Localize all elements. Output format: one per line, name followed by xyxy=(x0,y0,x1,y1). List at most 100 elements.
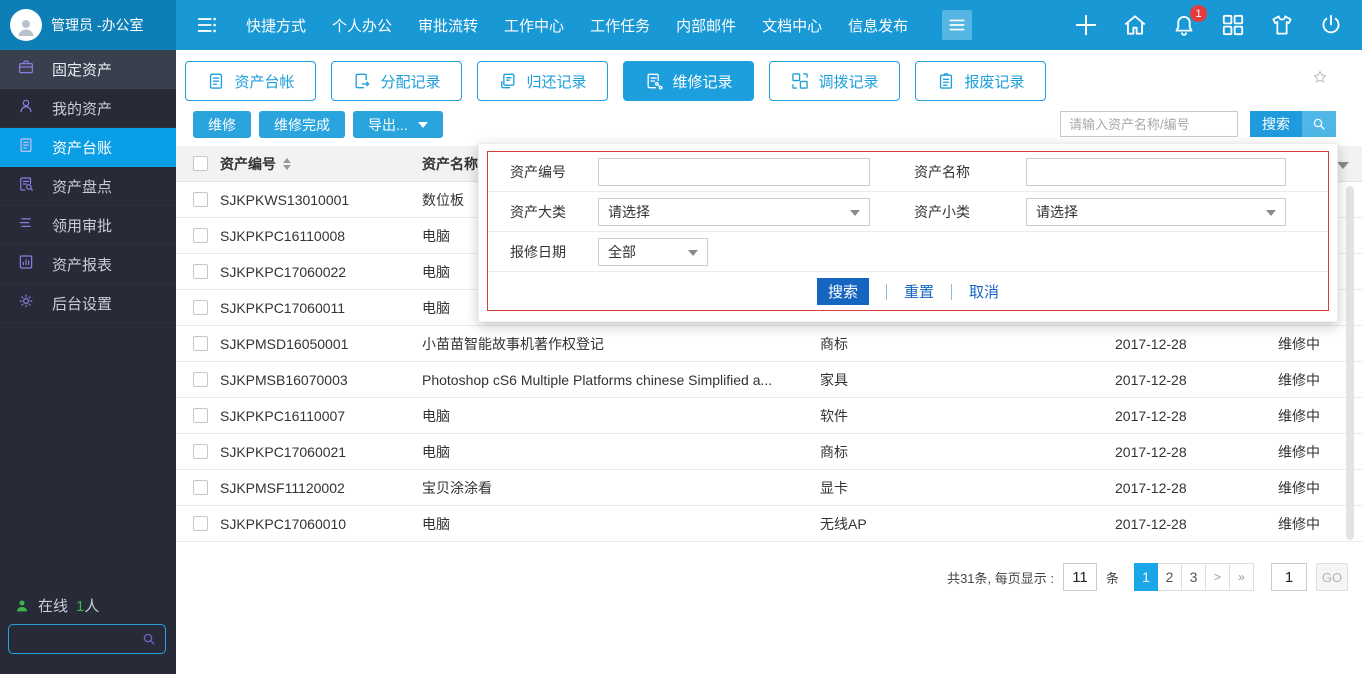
power-button[interactable] xyxy=(1318,12,1344,38)
row-checkbox[interactable] xyxy=(193,480,208,495)
asset-name-input[interactable] xyxy=(1026,157,1286,186)
repair-button[interactable]: 维修 xyxy=(193,111,251,138)
select-all-checkbox[interactable] xyxy=(193,156,208,171)
bell-button[interactable]: 1 xyxy=(1171,5,1207,38)
cell-code: SJKPKPC17060011 xyxy=(220,299,346,316)
row-checkbox[interactable] xyxy=(193,264,208,279)
table-row[interactable]: SJKPKPC17060021 电脑 商标 2017-12-28 维修中 xyxy=(176,434,1362,470)
tab-scrap-records[interactable]: 报废记录 xyxy=(915,61,1046,101)
cell-date: 2017-12-28 xyxy=(1115,479,1187,496)
page-button-3[interactable]: > xyxy=(1206,563,1230,591)
cell-code: SJKPKPC17060010 xyxy=(220,515,347,532)
sort-icon[interactable] xyxy=(283,157,291,170)
tab-asset-ledger[interactable]: 资产台帐 xyxy=(185,61,316,101)
asset-search-input[interactable] xyxy=(1060,111,1238,137)
filter-search-button[interactable]: 搜索 xyxy=(816,278,869,305)
row-checkbox[interactable] xyxy=(193,372,208,387)
category-select[interactable]: 请选择 xyxy=(598,197,870,226)
topbar: 管理员 -办公室 快捷方式 个人办公 审批流转 工作中心 工作任务 内部邮件 文档中心 信息发… xyxy=(0,0,1362,50)
row-checkbox[interactable] xyxy=(193,228,208,243)
row-checkbox[interactable] xyxy=(193,336,208,351)
caret-down-icon xyxy=(1266,209,1276,216)
repair-date-select[interactable]: 全部 xyxy=(598,237,708,266)
column-header-code[interactable]: 资产编号 xyxy=(220,154,422,174)
gear-icon xyxy=(17,292,35,310)
page-button-4[interactable]: » xyxy=(1230,563,1254,591)
row-checkbox[interactable] xyxy=(193,192,208,207)
tab-return-records[interactable]: 归还记录 xyxy=(477,61,608,101)
per-page-box[interactable]: 11 xyxy=(1062,563,1097,591)
online-label: 在线 xyxy=(38,598,69,615)
user-menu[interactable]: 管理员 -办公室 xyxy=(0,0,176,50)
sidebar-item-my-assets[interactable]: 我的资产 xyxy=(0,89,176,128)
sidebar-search xyxy=(8,624,166,654)
search-icon[interactable] xyxy=(141,631,157,647)
sidebar-item-admin-settings[interactable]: 后台设置 xyxy=(0,284,176,323)
sidebar-item-asset-ledger[interactable]: 资产台账 xyxy=(0,128,176,167)
cell-name: 电脑 xyxy=(422,407,450,424)
pagination: 共31条, 每页显示 : 11 条 123>» GO xyxy=(947,563,1348,591)
plus-button[interactable] xyxy=(1073,12,1099,38)
filter-reset-button[interactable]: 重置 xyxy=(904,281,934,302)
search-button[interactable]: 搜索 xyxy=(1250,111,1336,137)
column-settings-caret-icon[interactable] xyxy=(1337,162,1349,169)
topnav-item-3[interactable]: 工作中心 xyxy=(504,15,564,36)
topnav-item-4[interactable]: 工作任务 xyxy=(590,15,650,36)
table-row[interactable]: SJKPMSF11120002 宝贝涂涂看 显卡 2017-12-28 维修中 xyxy=(176,470,1362,506)
table-row[interactable]: SJKPMSD16050001 小苗苗智能故事机著作权登记 商标 2017-12-28… xyxy=(176,326,1362,362)
sidebar-item-fixed-assets[interactable]: 固定资产 xyxy=(0,50,176,89)
power-icon xyxy=(1318,12,1344,38)
home-button[interactable] xyxy=(1122,12,1148,38)
page-button-1[interactable]: 2 xyxy=(1158,563,1182,591)
shirt-button[interactable] xyxy=(1269,12,1295,38)
asset-code-input[interactable] xyxy=(598,157,870,186)
favorite-star-icon[interactable] xyxy=(1311,68,1329,86)
sidebar-item-requisition-approval[interactable]: 领用审批 xyxy=(0,206,176,245)
cell-name: 电脑 xyxy=(422,443,450,460)
topnav-item-7[interactable]: 信息发布 xyxy=(848,15,908,36)
repair-date-label: 报修日期 xyxy=(510,243,566,260)
tab-allocation-records[interactable]: 分配记录 xyxy=(331,61,462,101)
topnav-item-1[interactable]: 个人办公 xyxy=(332,15,392,36)
apps-button[interactable] xyxy=(1220,12,1246,38)
search-icon xyxy=(1311,116,1327,132)
export-button[interactable]: 导出... xyxy=(353,111,443,138)
ledger-icon xyxy=(17,136,35,154)
table-row[interactable]: SJKPKPC16110007 电脑 软件 2017-12-28 维修中 xyxy=(176,398,1362,434)
repair-done-button[interactable]: 维修完成 xyxy=(259,111,345,138)
subcategory-select[interactable]: 请选择 xyxy=(1026,197,1286,226)
hamburger-menu-button[interactable] xyxy=(942,10,973,40)
row-checkbox[interactable] xyxy=(193,300,208,315)
doc-search-icon xyxy=(17,175,35,193)
tab-repair-records[interactable]: 维修记录 xyxy=(623,61,754,101)
page-jump-input[interactable] xyxy=(1271,563,1307,591)
row-checkbox[interactable] xyxy=(193,444,208,459)
online-status: 在线 1人 xyxy=(14,595,99,616)
sidebar-search-input[interactable] xyxy=(9,631,141,647)
table-row[interactable]: SJKPKPC17060010 电脑 无线AP 2017-12-28 维修中 xyxy=(176,506,1362,542)
topnav-item-5[interactable]: 内部邮件 xyxy=(676,15,736,36)
row-checkbox[interactable] xyxy=(193,408,208,423)
pagination-total-text: 共31条, 每页显示 : xyxy=(947,570,1054,586)
tab-transfer-records[interactable]: 调拨记录 xyxy=(769,61,900,101)
record-tabs: 资产台帐 分配记录 归还记录 维修记录 调拨记录 报废记录 xyxy=(185,61,1046,101)
filter-cancel-button[interactable]: 取消 xyxy=(969,281,999,302)
page-button-2[interactable]: 3 xyxy=(1182,563,1206,591)
sidebar-item-asset-inventory[interactable]: 资产盘点 xyxy=(0,167,176,206)
topnav-item-2[interactable]: 审批流转 xyxy=(418,15,478,36)
per-page-unit: 条 xyxy=(1105,570,1119,586)
user-name: 管理员 -办公室 xyxy=(51,17,144,33)
topnav-item-0[interactable]: 快捷方式 xyxy=(246,15,306,36)
row-checkbox[interactable] xyxy=(193,516,208,531)
menu-toggle-icon[interactable] xyxy=(196,14,218,36)
page-button-0[interactable]: 1 xyxy=(1134,563,1158,591)
table-row[interactable]: SJKPMSB16070003 Photoshop cS6 Multiple Pl… xyxy=(176,362,1362,398)
vertical-scrollbar[interactable] xyxy=(1346,186,1354,540)
topbar-actions: 1 xyxy=(1073,5,1344,38)
action-toolbar: 维修 维修完成 导出... xyxy=(193,111,443,138)
clipboard-icon xyxy=(936,71,956,91)
sidebar-item-asset-reports[interactable]: 资产报表 xyxy=(0,245,176,284)
shirt-icon xyxy=(1269,12,1295,38)
go-button[interactable]: GO xyxy=(1316,563,1348,591)
topnav-item-6[interactable]: 文档中心 xyxy=(762,15,822,36)
